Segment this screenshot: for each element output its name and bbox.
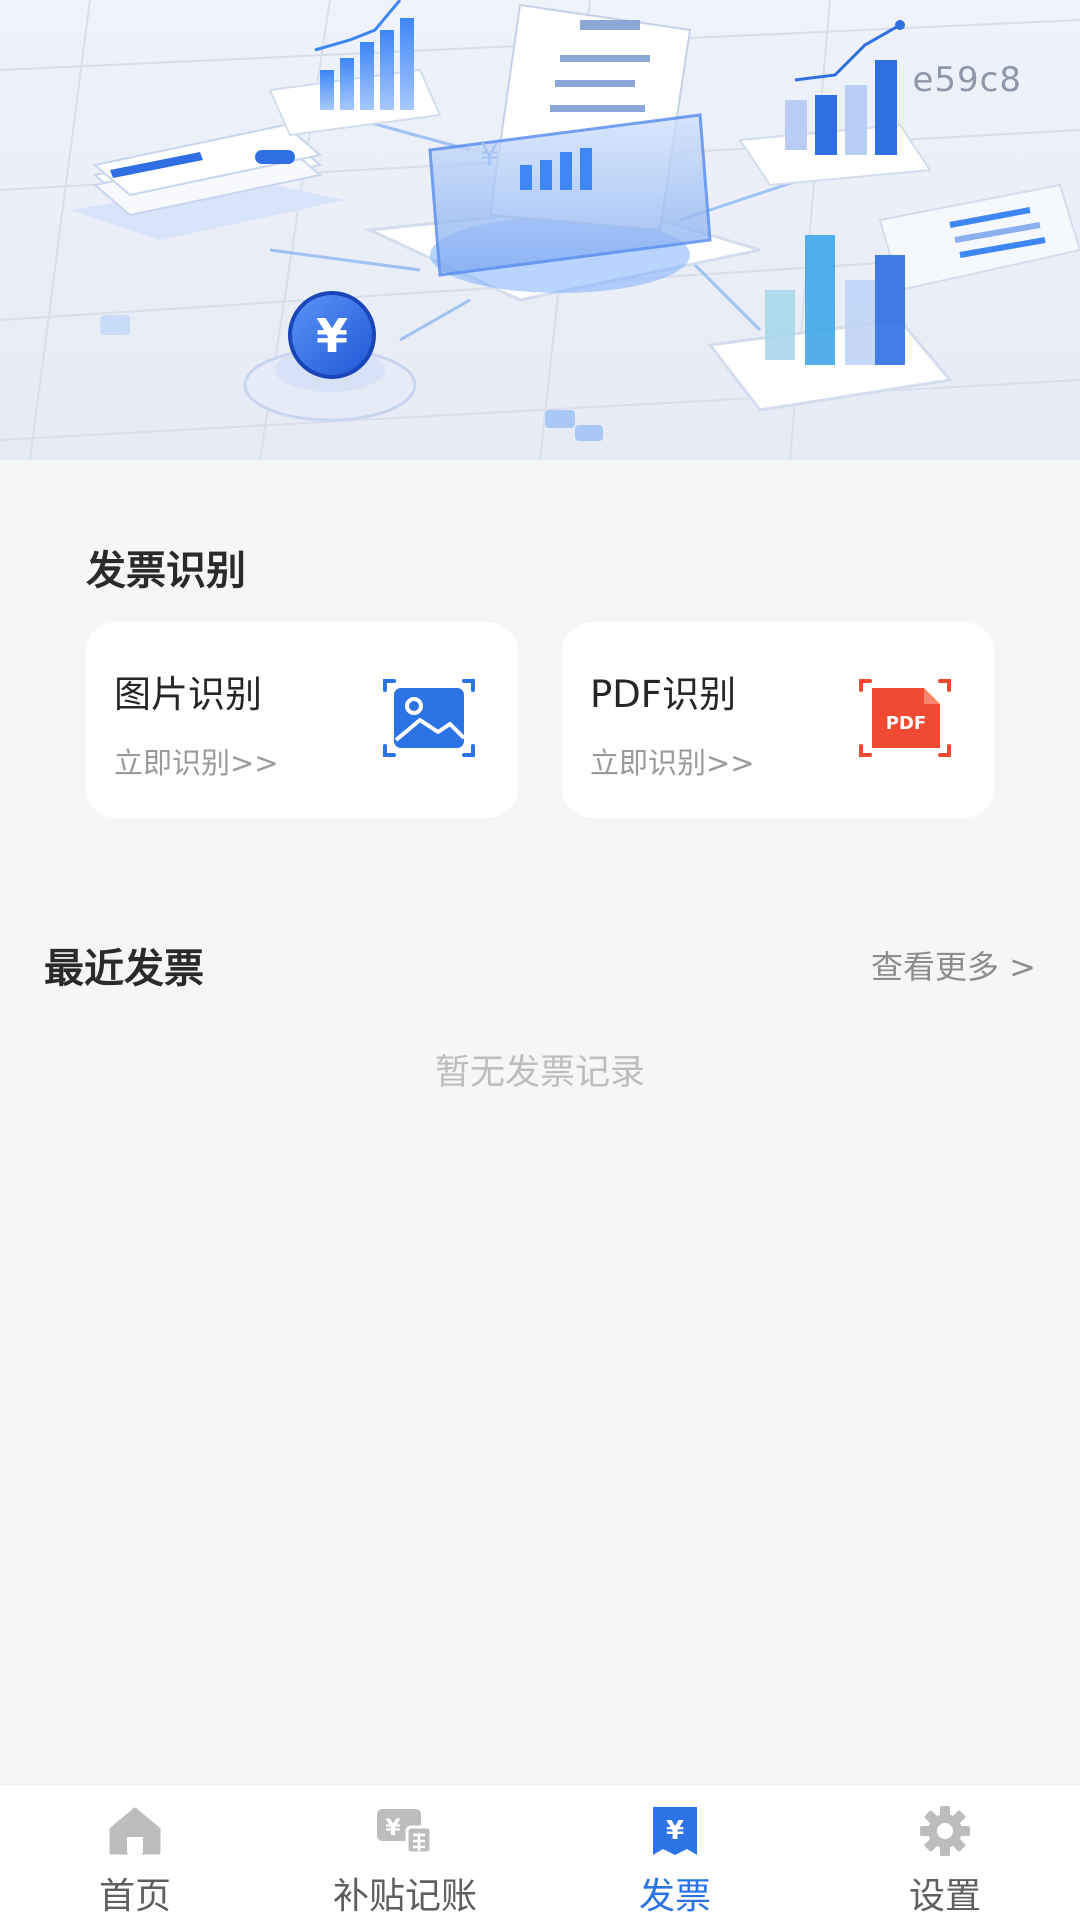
hero-banner: ¥ ¥ e59c8 bbox=[0, 0, 1080, 460]
gear-icon bbox=[917, 1805, 973, 1857]
tab-subsidy-ledger-label: 补贴记账 bbox=[332, 1876, 477, 1917]
tab-invoice[interactable]: ¥ 发票 bbox=[540, 1785, 810, 1920]
hero-code-label: e59c8 bbox=[912, 60, 1022, 100]
card-stack-illustration bbox=[70, 123, 345, 240]
svg-text:PDF: PDF bbox=[886, 713, 926, 734]
ledger-icon: ¥ bbox=[377, 1805, 433, 1857]
image-recognition-card[interactable]: 图片识别 立即识别>> bbox=[86, 622, 518, 818]
tab-settings-label: 设置 bbox=[908, 1876, 981, 1917]
chart-platform-right-top bbox=[738, 20, 932, 187]
home-icon bbox=[107, 1805, 163, 1857]
tab-home[interactable]: 首页 bbox=[0, 1785, 270, 1920]
image-scan-icon bbox=[382, 676, 476, 760]
svg-text:¥: ¥ bbox=[316, 309, 348, 363]
report-doc-illustration bbox=[878, 183, 1080, 292]
recognition-section-title: 发票识别 bbox=[86, 548, 246, 594]
yuan-coin-illustration: ¥ bbox=[243, 291, 417, 422]
view-more-link[interactable]: 查看更多 > bbox=[871, 942, 1036, 988]
pdf-scan-icon: PDF bbox=[858, 676, 952, 760]
empty-invoices-text: 暂无发票记录 bbox=[434, 1053, 645, 1093]
pdf-recognition-card[interactable]: PDF识别 立即识别>> PDF bbox=[562, 622, 994, 818]
svg-text:¥: ¥ bbox=[666, 1816, 684, 1846]
pdf-recognition-action[interactable]: 立即识别>> bbox=[590, 740, 755, 782]
tab-subsidy-ledger[interactable]: ¥ 补贴记账 bbox=[270, 1785, 540, 1920]
recent-invoices-title: 最近发票 bbox=[44, 946, 204, 992]
pdf-recognition-title: PDF识别 bbox=[590, 673, 737, 716]
tab-home-label: 首页 bbox=[98, 1876, 171, 1917]
bottom-tab-bar: 首页 ¥ 补贴记账 ¥ 发票 设置 bbox=[0, 1784, 1080, 1920]
invoice-icon: ¥ bbox=[647, 1805, 703, 1857]
invoice-page: ¥ ¥ e59c8 发票识别 图片识别 立即识别>> PDF识别 立即识别>> … bbox=[0, 0, 1080, 1920]
image-recognition-title: 图片识别 bbox=[114, 673, 262, 716]
image-recognition-action[interactable]: 立即识别>> bbox=[114, 740, 279, 782]
svg-text:¥: ¥ bbox=[385, 1816, 401, 1841]
chart-platform-left bbox=[268, 0, 442, 137]
tab-invoice-label: 发票 bbox=[638, 1876, 711, 1917]
tab-settings[interactable]: 设置 bbox=[810, 1785, 1080, 1920]
svg-text:¥: ¥ bbox=[480, 138, 499, 173]
